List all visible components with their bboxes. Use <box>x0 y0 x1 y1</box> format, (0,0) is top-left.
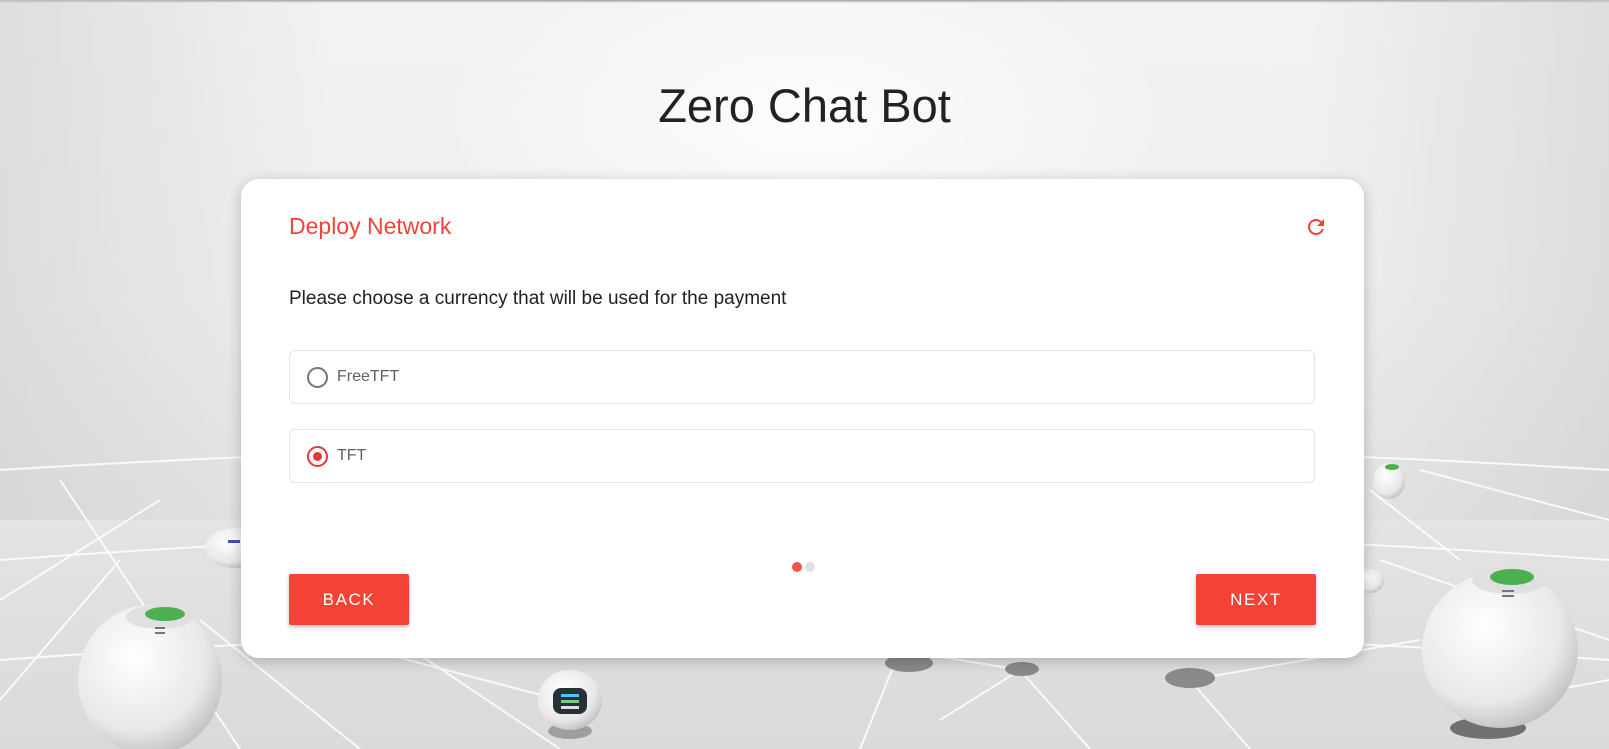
refresh-button[interactable] <box>1302 213 1330 241</box>
option-freetft[interactable]: FreeTFT <box>289 350 1315 404</box>
radio-checked-dot <box>313 451 322 461</box>
card-title: Deploy Network <box>289 213 452 239</box>
back-button[interactable]: BACK <box>289 574 409 625</box>
refresh-icon <box>1308 219 1324 235</box>
question-text: Please choose a currency that will be us… <box>289 288 787 309</box>
step-dot-2 <box>805 562 815 572</box>
option-label-tft: TFT <box>337 447 367 464</box>
option-tft[interactable]: TFT <box>289 429 1315 483</box>
page-title: Zero Chat Bot <box>658 79 951 132</box>
radio-freetft[interactable] <box>307 366 328 388</box>
deploy-network-card: Deploy Network Please choose a currency … <box>241 179 1364 658</box>
step-dot-1 <box>792 562 802 572</box>
step-indicator <box>792 562 815 572</box>
option-label-freetft: FreeTFT <box>337 368 400 385</box>
radio-tft[interactable] <box>307 445 328 467</box>
next-button[interactable]: NEXT <box>1196 574 1316 625</box>
